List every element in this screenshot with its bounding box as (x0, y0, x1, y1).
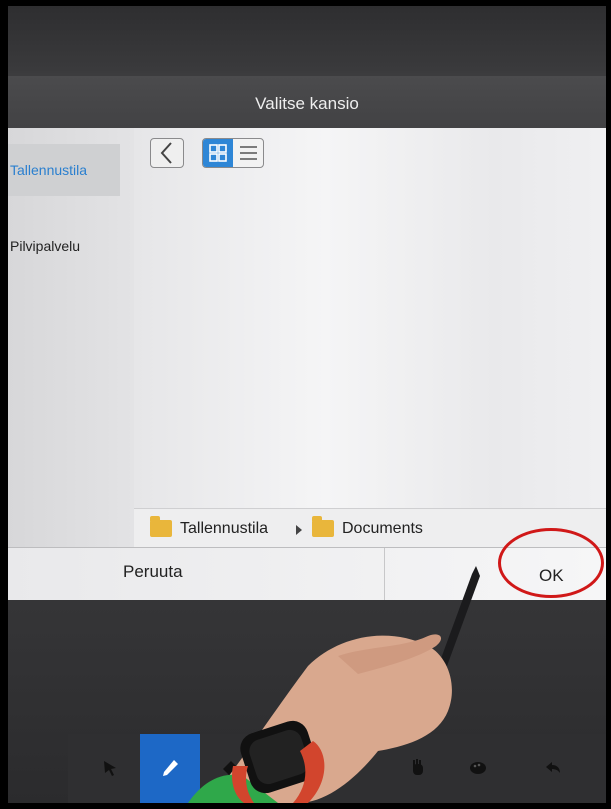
photo-frame: Valitse kansio Tallennustila Pilvipalvel… (8, 6, 606, 803)
pointing-hand (188, 634, 452, 803)
